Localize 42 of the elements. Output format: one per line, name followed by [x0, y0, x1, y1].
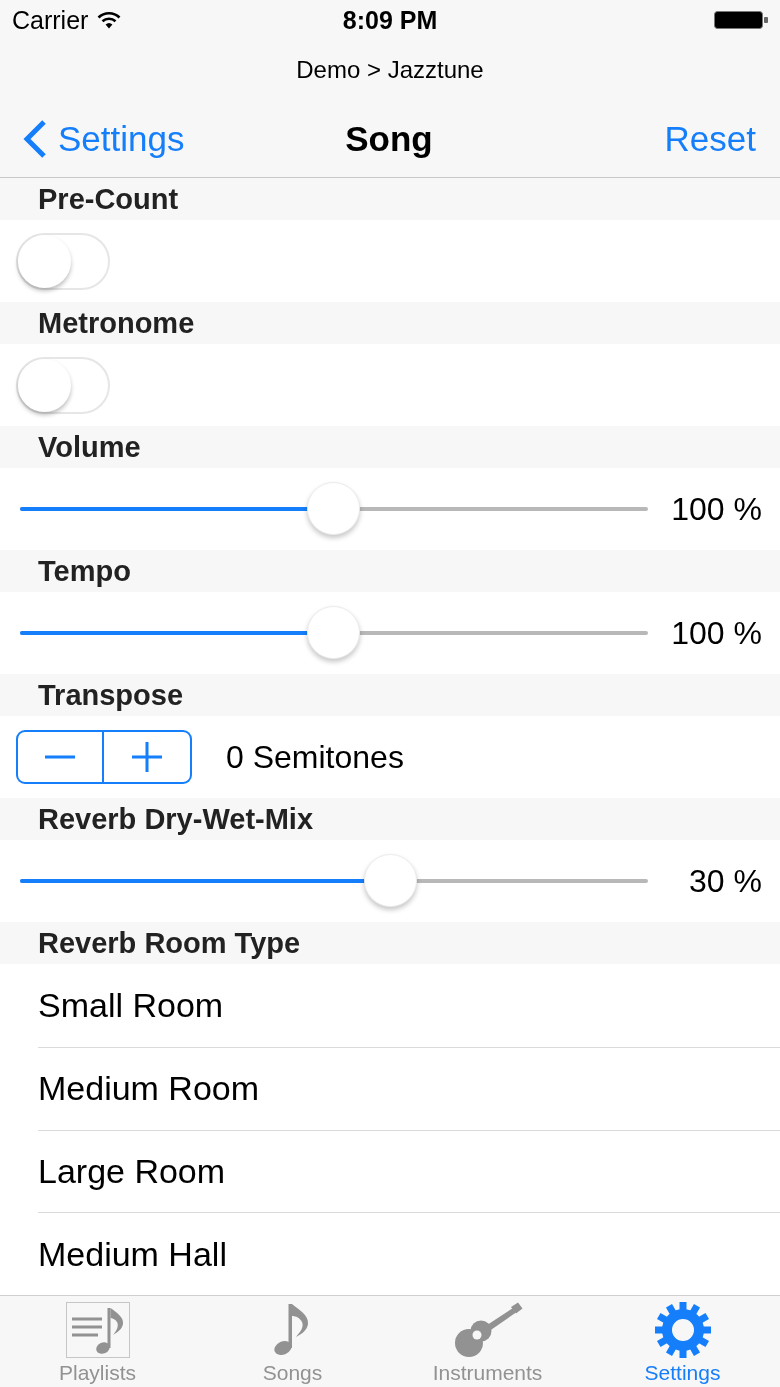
room-type-option[interactable]: Medium Room: [38, 1046, 780, 1130]
slider-value: 100 %: [671, 493, 762, 525]
back-button[interactable]: Settings: [22, 118, 185, 159]
section-header: Reverb Room Type: [0, 922, 780, 964]
reset-button[interactable]: Reset: [664, 121, 756, 156]
carrier-label: Carrier: [12, 7, 89, 33]
slider-track[interactable]: [20, 481, 648, 537]
section-header: Transpose: [0, 674, 780, 716]
slider-value: 30 %: [689, 865, 762, 897]
slider-track[interactable]: [20, 605, 648, 661]
tab[interactable]: Playlists: [0, 1296, 195, 1387]
wifi-icon: [97, 11, 122, 29]
tab[interactable]: Settings: [585, 1296, 780, 1387]
battery-icon: [714, 11, 768, 29]
slider-value: 100 %: [671, 617, 762, 649]
room-type-option[interactable]: Large Room: [38, 1129, 780, 1213]
section-header: Tempo: [0, 550, 780, 592]
slider-track[interactable]: [20, 853, 648, 909]
nav-title: Song: [345, 121, 433, 156]
minus-icon: [45, 755, 75, 759]
settings-icon: [653, 1301, 712, 1359]
playlist-icon: [65, 1302, 130, 1358]
slider-thumb[interactable]: [363, 854, 417, 907]
status-time: 8:09 PM: [342, 7, 438, 33]
section-header: Metronome: [0, 302, 780, 344]
semitones-value: 0 Semitones: [226, 741, 404, 773]
section-header: Volume: [0, 426, 780, 468]
increment-button[interactable]: [104, 730, 192, 784]
tab[interactable]: Instruments: [390, 1296, 585, 1387]
tab[interactable]: Songs: [195, 1296, 390, 1387]
toggle-switch[interactable]: [16, 232, 110, 290]
section-header: Reverb Dry-Wet-Mix: [0, 798, 780, 840]
slider-thumb[interactable]: [307, 482, 360, 535]
chevron-left-icon: [22, 118, 48, 159]
section-header: Pre-Count: [0, 178, 780, 220]
guitar-icon: [452, 1302, 523, 1358]
slider-thumb[interactable]: [307, 606, 360, 659]
plus-icon: [132, 742, 162, 772]
breadcrumb-text: Demo > Jazztune: [296, 58, 484, 82]
toggle-switch[interactable]: [16, 356, 110, 414]
decrement-button[interactable]: [16, 730, 104, 784]
room-type-option[interactable]: Small Room: [38, 964, 780, 1047]
